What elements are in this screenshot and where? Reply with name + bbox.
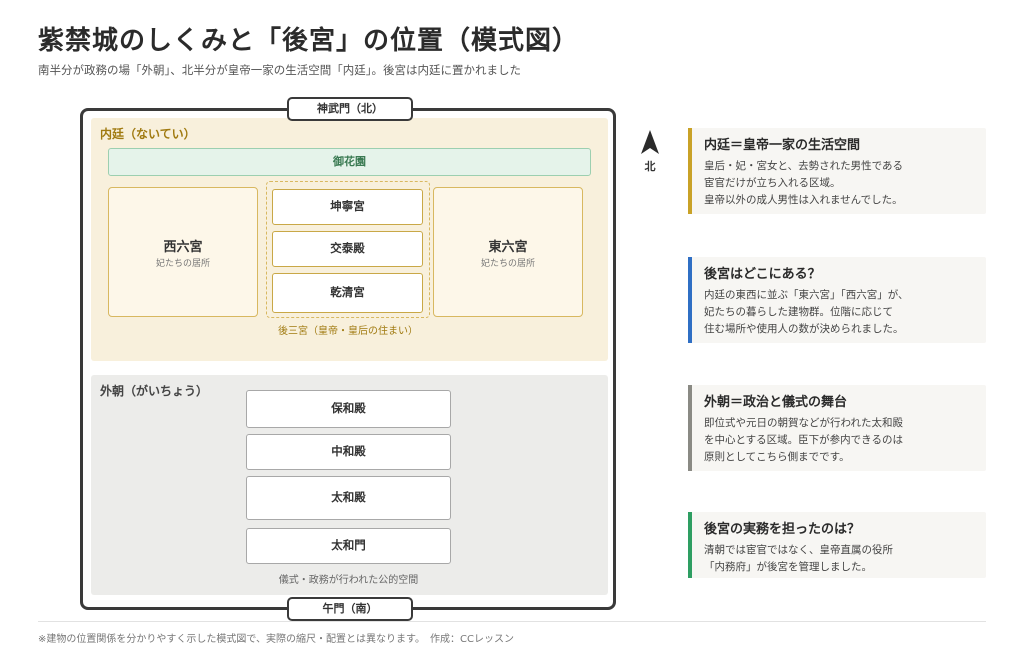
note-line: 内廷の東西に並ぶ「東六宮」「西六宮」が、: [704, 289, 909, 301]
note-line: 「内務府」が後宮を管理しました。: [704, 561, 872, 573]
note-accent-bar: [688, 385, 692, 471]
note-title: 内廷＝皇帝一家の生活空間: [704, 138, 861, 153]
note-outer-court: 外朝＝政治と儀式の舞台 即位式や元日の朝賀などが行われた太和殿 を中心とする区域…: [688, 385, 986, 471]
note-line: 皇后・妃・宮女と、去勢された男性である: [704, 160, 903, 172]
qianqing-palace: 乾清宮: [272, 273, 423, 313]
taihe-hall: 太和殿: [246, 476, 451, 520]
note-line: 住む場所や使用人の数が決められました。: [704, 323, 904, 335]
note-accent-bar: [688, 128, 692, 214]
note-line: 宦官だけが立ち入れる区域。: [704, 177, 841, 189]
jiaotai-hall: 交泰殿: [272, 231, 423, 267]
note-title: 後宮の実務を担ったのは？: [704, 522, 861, 537]
note-title: 外朝＝政治と儀式の舞台: [704, 395, 848, 410]
east-six-palaces-desc: 妃たちの居所: [480, 259, 535, 269]
note-harem-location: 後宮はどこにある？ 内廷の東西に並ぶ「東六宮」「西六宮」が、 妃たちの暮らした建…: [688, 257, 986, 343]
taihe-gate: 太和門: [246, 528, 451, 564]
outer-court-caption: 儀式・政務が行われた公的空間: [278, 575, 419, 586]
north-gate: 神武門（北）: [287, 97, 413, 121]
south-gate: 午門（南）: [287, 597, 413, 621]
note-title: 後宮はどこにある？: [704, 267, 821, 282]
east-six-palaces-name: 東六宮: [488, 240, 528, 255]
baohe-hall: 保和殿: [246, 390, 451, 428]
inner-court-label: 内廷（ないてい）: [100, 127, 196, 141]
west-six-palaces-name: 西六宮: [163, 240, 203, 255]
note-line: を中心とする区域。臣下が参内できるのは: [704, 434, 903, 446]
zhonghe-hall: 中和殿: [246, 434, 451, 470]
footer-divider: [38, 621, 986, 622]
note-harem-management: 後宮の実務を担ったのは？ 清朝では宦官ではなく、皇帝直属の役所 「内務府」が後宮…: [688, 512, 986, 578]
note-line: 原則としてこちら側までです。: [704, 451, 850, 463]
note-accent-bar: [688, 257, 692, 343]
east-six-palaces: 東六宮 妃たちの居所: [433, 187, 583, 317]
north-arrow-icon: [641, 130, 659, 154]
rear-three-palaces-caption: 後三宮（皇帝・皇后の住まい）: [278, 326, 418, 337]
page-title: 紫禁城のしくみと「後宮」の位置（模式図）: [38, 26, 580, 56]
kunning-palace: 坤寧宮: [272, 189, 423, 225]
note-line: 即位式や元日の朝賀などが行われた太和殿: [704, 417, 903, 429]
west-six-palaces-desc: 妃たちの居所: [155, 259, 210, 269]
outer-court-label: 外朝（がいちょう）: [100, 384, 209, 398]
footer-note: ※建物の位置関係を分かりやすく示した模式図で、実際の縮尺・配置とは異なります。 …: [38, 634, 514, 645]
note-accent-bar: [688, 512, 692, 578]
west-six-palaces: 西六宮 妃たちの居所: [108, 187, 258, 317]
north-label: 北: [644, 160, 656, 173]
note-line: 妃たちの暮らした建物群。位階に応じて: [704, 306, 893, 318]
imperial-garden: 御花園: [108, 148, 591, 176]
note-line: 皇帝以外の成人男性は入れませんでした。: [704, 194, 903, 206]
note-inner-court: 内廷＝皇帝一家の生活空間 皇后・妃・宮女と、去勢された男性である 宦官だけが立ち…: [688, 128, 986, 214]
page-subtitle: 南半分が政務の場「外朝」、北半分が皇帝一家の生活空間「内廷」。後宮は内廷に置かれ…: [38, 63, 521, 77]
note-line: 清朝では宦官ではなく、皇帝直属の役所: [704, 544, 893, 556]
